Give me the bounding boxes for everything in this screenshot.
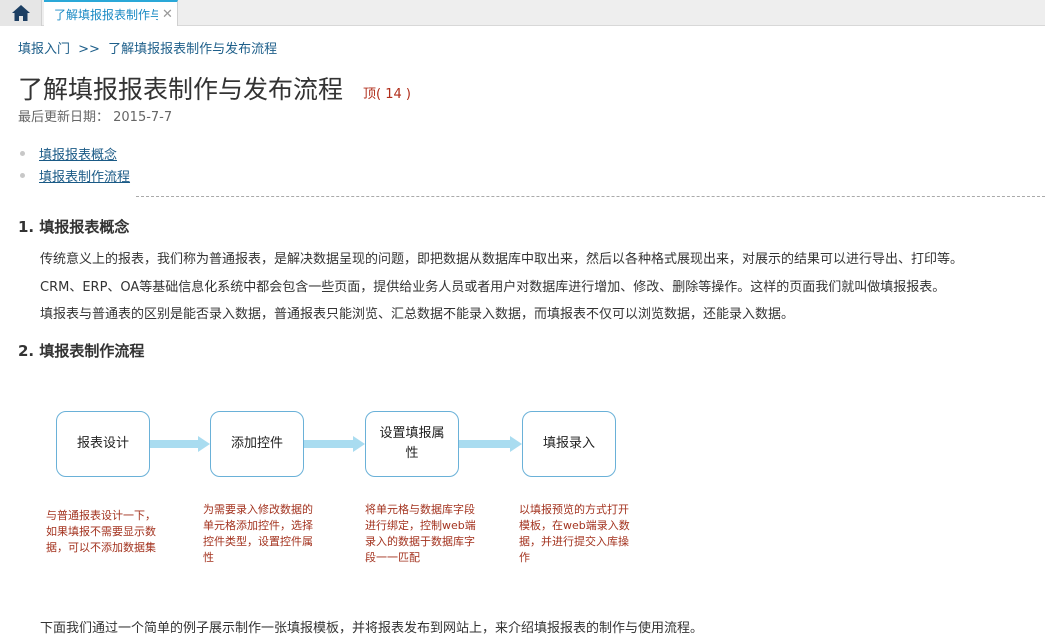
process-flowchart: 报表设计 添加控件 设置填报属性 填报录入 与普通报表设计一下，如果填报不需要显… bbox=[0, 380, 1045, 600]
page-title: 了解填报报表制作与发布流程 bbox=[18, 75, 344, 104]
table-of-contents: 填报报表概念 填报表制作流程 bbox=[20, 142, 130, 186]
flow-step-data-entry: 填报录入 bbox=[522, 411, 616, 477]
breadcrumb-root[interactable]: 填报入门 bbox=[18, 42, 70, 57]
flow-step-description: 以填报预览的方式打开模板，在web端录入数据，并进行提交入库操作 bbox=[519, 503, 630, 564]
section-heading-concept: 1. 填报报表概念 bbox=[18, 218, 130, 236]
tab-label: 了解填报报表制作与 bbox=[54, 7, 158, 22]
flow-step-add-controls: 添加控件 bbox=[210, 411, 304, 477]
flow-step-report-design: 报表设计 bbox=[56, 411, 150, 477]
breadcrumb: 填报入门 >> 了解填报报表制作与发布流程 bbox=[18, 38, 277, 57]
toc-item: 填报表制作流程 bbox=[20, 164, 130, 186]
arrow-right-icon bbox=[459, 436, 522, 452]
paragraph: 填报表与普通表的区别是能否录入数据，普通报表只能浏览、汇总数据不能录入数据，而填… bbox=[40, 307, 795, 322]
home-icon bbox=[11, 5, 30, 21]
toc-item: 填报报表概念 bbox=[20, 142, 130, 164]
paragraph: 传统意义上的报表，我们称为普通报表，是解决数据呈现的问题，即把数据从数据库中取出… bbox=[40, 252, 964, 267]
flow-step-description: 与普通报表设计一下，如果填报不需要显示数据，可以不添加数据集 bbox=[46, 509, 156, 554]
home-button[interactable] bbox=[0, 0, 42, 26]
title-row: 了解填报报表制作与发布流程 顶( 14 ) bbox=[18, 70, 411, 106]
vote-button[interactable]: 顶( 14 ) bbox=[363, 83, 411, 102]
toc-link-process[interactable]: 填报表制作流程 bbox=[39, 166, 130, 185]
section-heading-process: 2. 填报表制作流程 bbox=[18, 342, 145, 360]
arrow-right-icon bbox=[304, 436, 365, 452]
arrow-right-icon bbox=[150, 436, 210, 452]
toc-link-concept[interactable]: 填报报表概念 bbox=[39, 144, 117, 163]
paragraph: CRM、ERP、OA等基础信息化系统中都会包含一些页面，提供给业务人员或者用户对… bbox=[40, 280, 946, 295]
bullet-icon bbox=[20, 172, 25, 178]
intro-paragraph: 下面我们通过一个简单的例子展示制作一张填报模板，并将报表发布到网站上，来介绍填报… bbox=[40, 621, 704, 636]
bullet-icon bbox=[20, 150, 25, 156]
flow-step-fill-properties: 设置填报属性 bbox=[365, 411, 459, 477]
tab-bar: 了解填报报表制作与 ✕ bbox=[0, 0, 1045, 26]
flow-step-description: 将单元格与数据库字段进行绑定，控制web端录入的数据于数据库字段一一匹配 bbox=[365, 503, 476, 564]
tab-current-doc[interactable]: 了解填报报表制作与 ✕ bbox=[44, 0, 178, 26]
close-icon[interactable]: ✕ bbox=[162, 7, 173, 22]
breadcrumb-separator: >> bbox=[78, 42, 100, 57]
flow-step-description: 为需要录入修改数据的单元格添加控件，选择控件类型，设置控件属性 bbox=[203, 503, 313, 564]
breadcrumb-current[interactable]: 了解填报报表制作与发布流程 bbox=[108, 42, 277, 57]
last-updated: 最后更新日期： 2015-7-7 bbox=[18, 110, 173, 125]
divider bbox=[136, 196, 1045, 197]
